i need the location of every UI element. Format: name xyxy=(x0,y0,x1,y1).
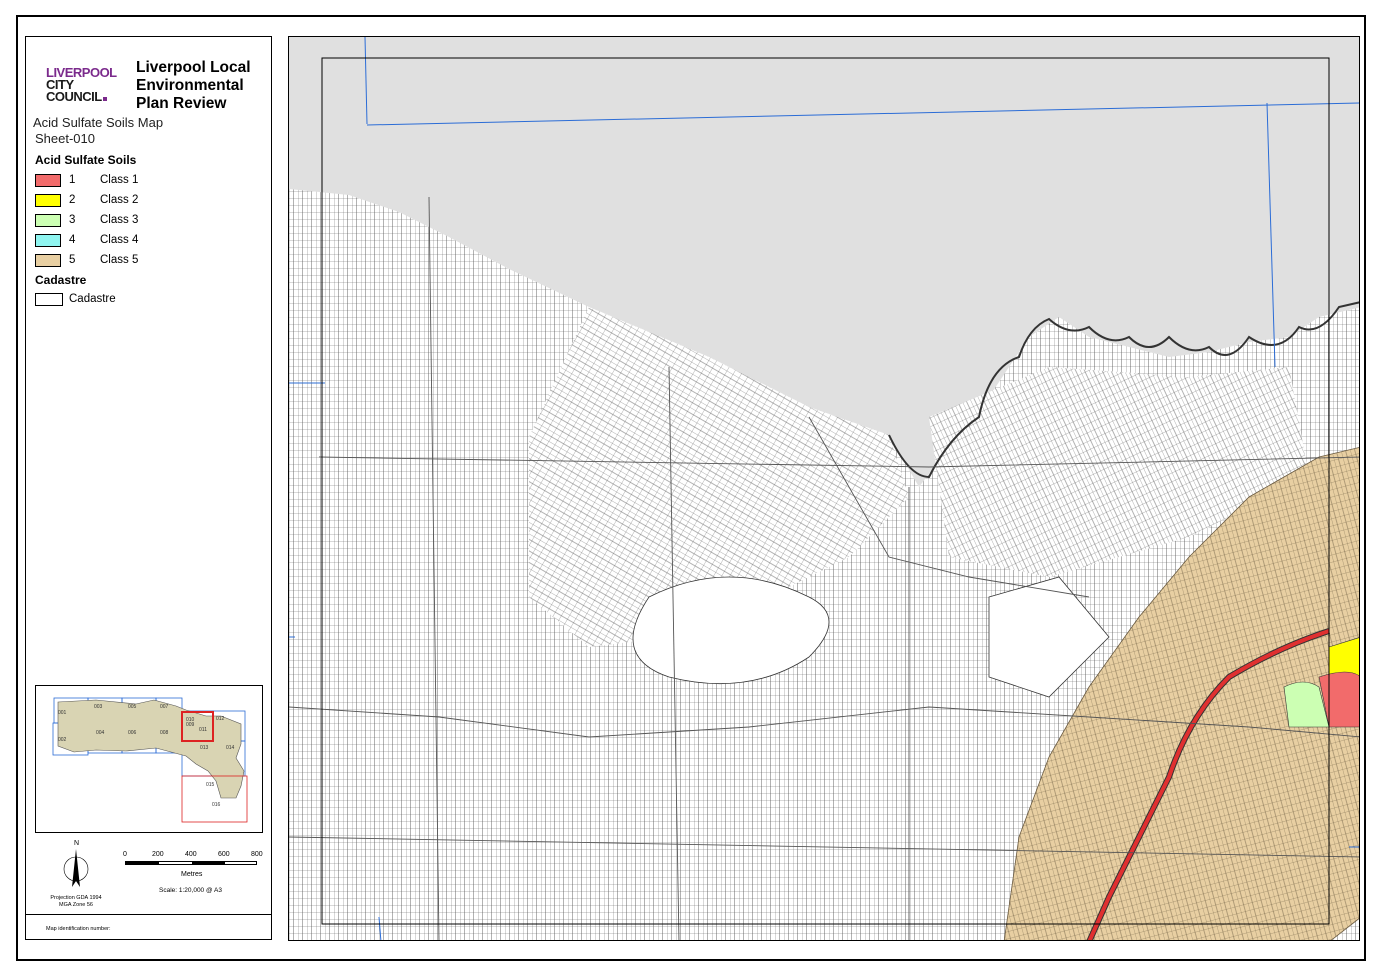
index-sheet-label: 004 xyxy=(96,730,105,736)
north-arrow-icon: N xyxy=(63,840,89,887)
index-sheet-label: 006 xyxy=(128,730,137,736)
legend-label: Cadastre xyxy=(69,293,116,305)
legend-swatch xyxy=(35,194,61,207)
index-sheet-label: 003 xyxy=(94,704,103,710)
scale-bar: 0 200 400 600 800 Metres xyxy=(121,851,263,911)
sheet-number: Sheet-010 xyxy=(35,131,95,146)
legend-code: 2 xyxy=(69,194,76,206)
legend-item-class4: 4 Class 4 xyxy=(35,233,265,249)
cadastre-heading: Cadastre xyxy=(35,273,87,287)
index-sheet-label: 012 xyxy=(216,716,225,722)
index-sheet-label: 010 xyxy=(186,717,195,723)
lga-boundary-shape xyxy=(57,699,245,799)
legend-swatch xyxy=(35,214,61,227)
scale-tick: 200 xyxy=(152,851,164,858)
logo-dot xyxy=(102,97,107,101)
legend-label: Class 5 xyxy=(100,254,139,266)
map-subtitle: Acid Sulfate Soils Map xyxy=(33,115,164,130)
legend-panel: LIVERPOOL CITY COUNCIL Liverpool Local E… xyxy=(25,36,272,940)
scale-units: Metres xyxy=(181,871,203,878)
index-sheet-label: 005 xyxy=(128,704,137,710)
index-map-graphic: 001002003004005006007008009010011012013 0… xyxy=(52,697,248,823)
legend-label: Class 4 xyxy=(100,234,139,246)
scale-tick: 800 xyxy=(251,851,263,858)
index-sheet-label: 008 xyxy=(160,730,169,736)
projection-line2: MGA Zone 56 xyxy=(59,902,93,908)
legend-item-class5: 5 Class 5 xyxy=(35,253,265,269)
index-sheet-label: 007 xyxy=(160,704,169,710)
map-canvas xyxy=(289,37,1359,940)
legend-item-cadastre: Cadastre xyxy=(35,292,265,308)
projection-line1: Projection GDA 1994 xyxy=(50,895,102,901)
legend-item-class1: 1 Class 1 xyxy=(35,173,265,189)
index-sheet-label: 016 xyxy=(212,802,221,808)
legend-item-class2: 2 Class 2 xyxy=(35,193,265,209)
index-sheet-label: 011 xyxy=(199,727,207,733)
index-sheet-label: 013 xyxy=(200,745,209,751)
north-label: N xyxy=(74,840,79,847)
council-logo: LIVERPOOL CITY COUNCIL xyxy=(46,66,126,104)
legend-item-class3: 3 Class 3 xyxy=(35,213,265,229)
projection-note: Projection GDA 1994 MGA Zone 56 xyxy=(36,895,116,909)
index-sheet-label: 014 xyxy=(226,745,235,751)
main-map[interactable] xyxy=(288,36,1360,941)
map-id-label: Map identification number: xyxy=(46,926,111,932)
scale-tick: 0 xyxy=(123,851,127,858)
index-sheet-label: 002 xyxy=(58,737,67,743)
map-title: Liverpool Local Environmental Plan Revie… xyxy=(136,59,251,112)
scale-tick: 600 xyxy=(218,851,230,858)
legend-code: 1 xyxy=(69,174,76,186)
legend-swatch xyxy=(35,234,61,247)
scale-note: Scale: 1:20,000 @ A3 xyxy=(159,887,222,894)
index-sheet-label: 015 xyxy=(206,782,215,788)
logo-line3: COUNCIL xyxy=(46,89,102,104)
legend-swatch xyxy=(35,254,61,267)
legend-label: Class 3 xyxy=(100,214,139,226)
legend-label: Class 2 xyxy=(100,194,139,206)
legend-swatch xyxy=(35,174,61,187)
legend-code: 5 xyxy=(69,254,76,266)
legend-label: Class 1 xyxy=(100,174,139,186)
index-map[interactable]: 001 002 003 004 005 006 007 008 009 010 011 012 013 0… xyxy=(35,685,263,833)
legend-heading: Acid Sulfate Soils xyxy=(35,153,137,167)
legend-code: 3 xyxy=(69,214,76,226)
scale-bar-frame xyxy=(125,861,257,865)
index-sheet-label: 001 xyxy=(58,710,67,716)
legend-code: 4 xyxy=(69,234,76,246)
legend-swatch xyxy=(35,293,63,306)
scale-tick: 400 xyxy=(185,851,197,858)
